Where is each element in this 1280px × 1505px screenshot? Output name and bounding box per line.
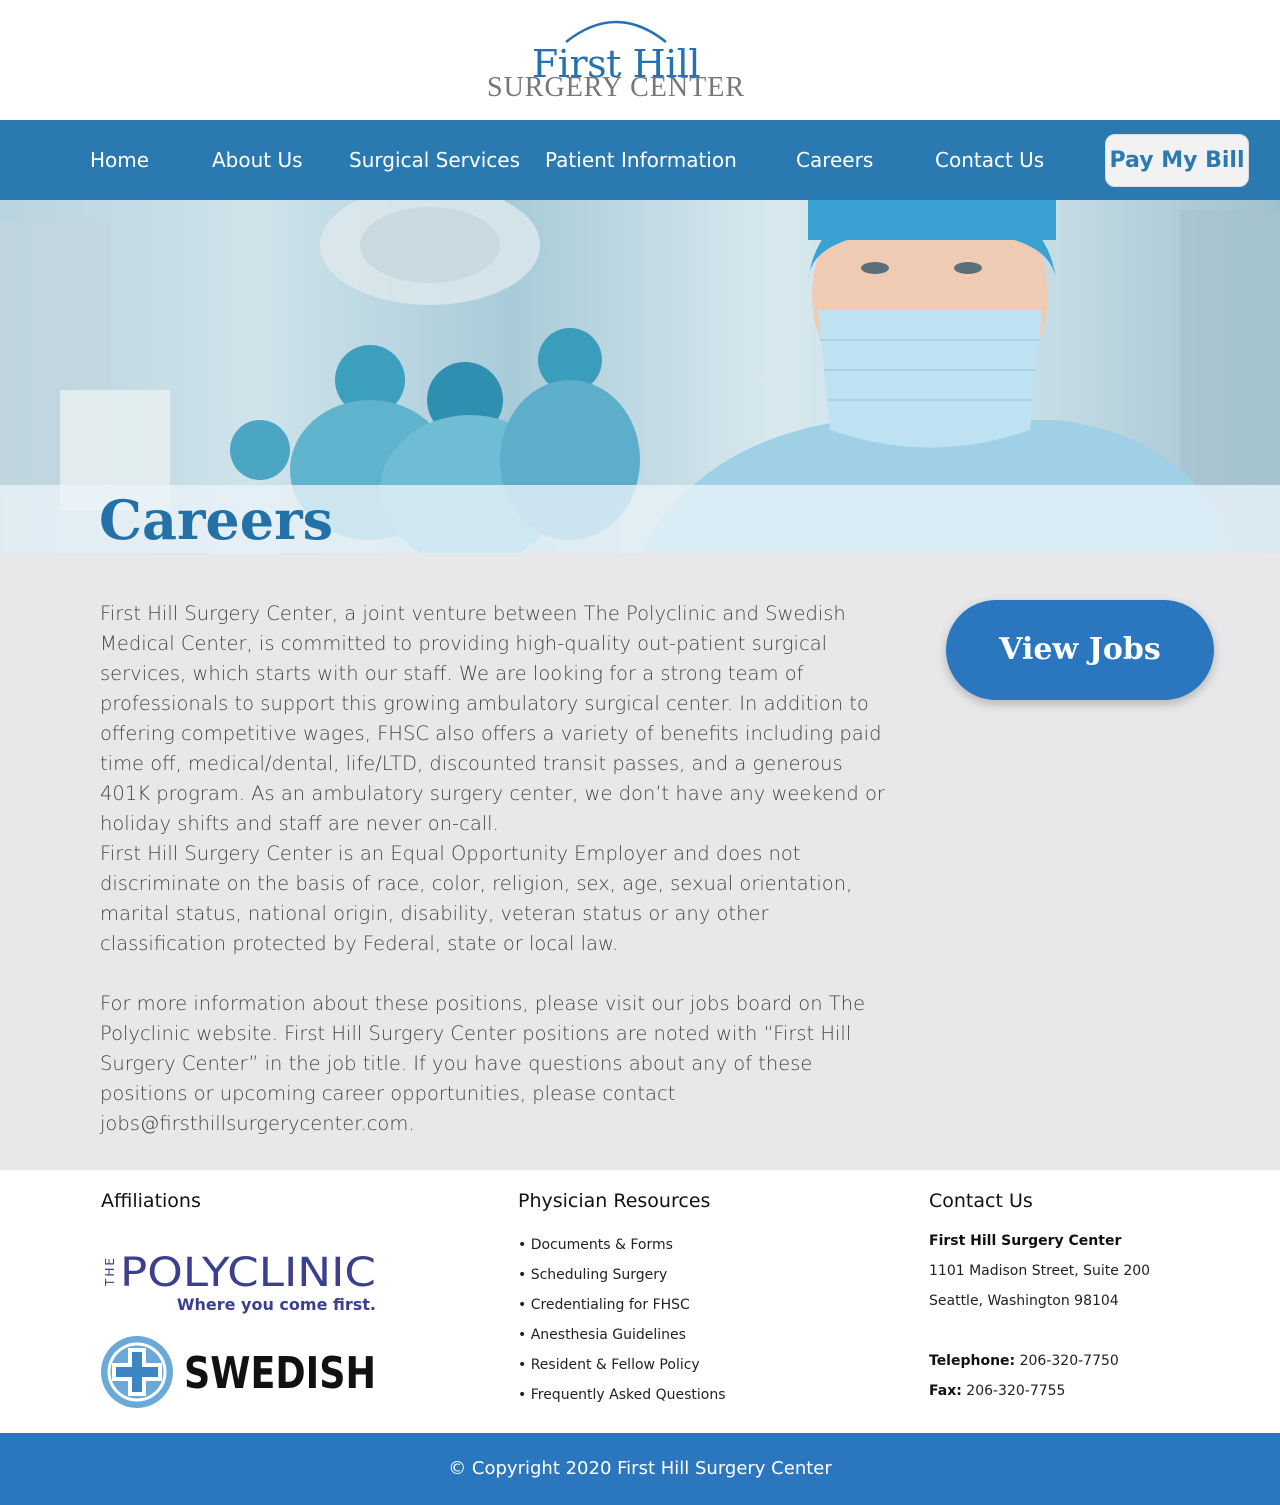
jobs-board-paragraph: For more information about these positio… (100, 992, 866, 1135)
nav-contact-us[interactable]: Contact Us (935, 120, 1044, 200)
careers-content: First Hill Surgery Center, a joint ventu… (0, 553, 1280, 1170)
svg-text:SWEDISH: SWEDISH (184, 1348, 376, 1399)
site-header: First Hill SURGERY CENTER (0, 0, 1280, 120)
contact-telephone: Telephone: 206-320-7750 (929, 1353, 1119, 1369)
contact-address-line2: Seattle, Washington 98104 (929, 1293, 1119, 1309)
main-nav: Home About Us Surgical Services Patient … (0, 120, 1280, 200)
pay-my-bill-button[interactable]: Pay My Bill (1105, 134, 1249, 187)
svg-text:POLYCLINIC: POLYCLINIC (120, 1250, 376, 1296)
svg-text:Where you come first.: Where you come first. (177, 1295, 376, 1314)
site-footer: Affiliations THE POLYCLINIC Where you co… (0, 1170, 1280, 1433)
nav-careers[interactable]: Careers (796, 120, 873, 200)
nav-about-us[interactable]: About Us (212, 120, 303, 200)
nav-patient-information[interactable]: Patient Information (545, 120, 737, 200)
copyright-bar: © Copyright 2020 First Hill Surgery Cent… (0, 1433, 1280, 1505)
nav-surgical-services[interactable]: Surgical Services (349, 120, 520, 200)
physician-resources-heading: Physician Resources (518, 1190, 711, 1212)
resource-credentialing-link[interactable]: • Credentialing for FHSC (518, 1290, 726, 1320)
contact-org-name: First Hill Surgery Center (929, 1233, 1122, 1249)
resource-faq-link[interactable]: • Frequently Asked Questions (518, 1380, 726, 1410)
page-title: Careers (99, 488, 333, 552)
resource-scheduling-surgery-link[interactable]: • Scheduling Surgery (518, 1260, 726, 1290)
resource-resident-fellow-policy-link[interactable]: • Resident & Fellow Policy (518, 1350, 726, 1380)
resource-documents-forms-link[interactable]: • Documents & Forms (518, 1230, 726, 1260)
hero-banner: Careers (0, 200, 1280, 553)
contact-address-line1: 1101 Madison Street, Suite 200 (929, 1263, 1151, 1279)
site-logo[interactable]: First Hill SURGERY CENTER (478, 12, 754, 104)
physician-resources-list: • Documents & Forms • Scheduling Surgery… (518, 1230, 726, 1410)
affiliations-heading: Affiliations (101, 1190, 201, 1212)
swedish-logo[interactable]: SWEDISH (100, 1334, 380, 1412)
contact-fax: Fax: 206-320-7755 (929, 1383, 1066, 1399)
svg-text:THE: THE (103, 1256, 117, 1287)
contact-us-heading: Contact Us (929, 1190, 1033, 1212)
polyclinic-logo[interactable]: THE POLYCLINIC Where you come first. (100, 1248, 380, 1314)
nav-home[interactable]: Home (90, 120, 149, 200)
careers-intro-paragraph: First Hill Surgery Center, a joint ventu… (100, 602, 885, 835)
logo-surgery-center: SURGERY CENTER (487, 72, 745, 103)
view-jobs-button[interactable]: View Jobs (946, 600, 1214, 700)
equal-opportunity-paragraph: First Hill Surgery Center is an Equal Op… (100, 842, 853, 955)
resource-anesthesia-guidelines-link[interactable]: • Anesthesia Guidelines (518, 1320, 726, 1350)
